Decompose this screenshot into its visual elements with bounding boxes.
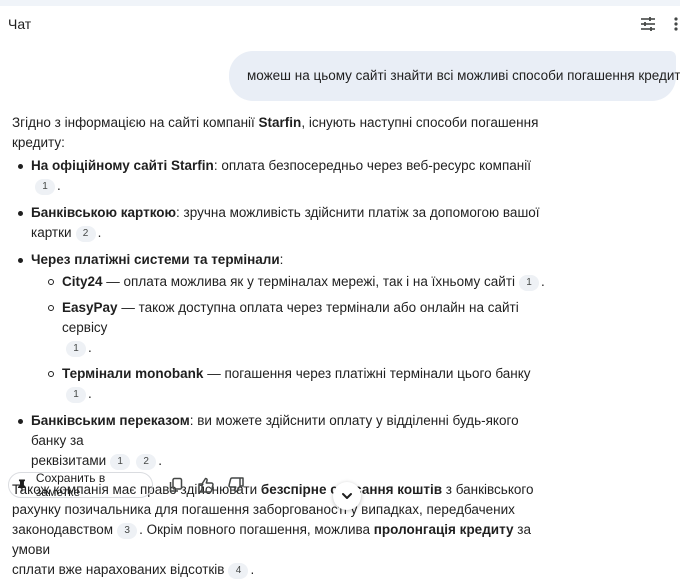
user-message-text: можеш на цьому сайті знайти всі можливі … bbox=[247, 68, 680, 83]
citation-chip[interactable]: 1 bbox=[519, 275, 539, 291]
thumb-up-icon[interactable] bbox=[197, 476, 215, 494]
thumb-down-icon[interactable] bbox=[227, 476, 245, 494]
sub-list-item: City24 — оплата можлива як у терміналах … bbox=[12, 272, 552, 292]
citation-chip[interactable]: 4 bbox=[228, 563, 249, 579]
citation-chip[interactable]: 3 bbox=[117, 523, 138, 539]
citation-chip[interactable]: 2 bbox=[136, 454, 157, 470]
user-message: можеш на цьому сайті знайти всі можливі … bbox=[229, 51, 680, 101]
chat-title: Чат bbox=[8, 16, 32, 32]
save-to-note-label: Сохранить в заметке bbox=[35, 471, 106, 499]
more-vert-icon[interactable] bbox=[671, 14, 680, 34]
save-to-note-button[interactable]: Сохранить в заметке bbox=[8, 471, 153, 499]
pin-icon bbox=[17, 479, 26, 492]
citation-chip[interactable]: 1 bbox=[66, 387, 86, 403]
chevron-down-icon bbox=[342, 493, 352, 499]
list-item: На офіційному сайті Starfin: оплата безп… bbox=[12, 156, 552, 196]
citation-chip[interactable]: 1 bbox=[66, 341, 86, 357]
citation-chip[interactable]: 1 bbox=[35, 179, 55, 195]
scroll-down-button[interactable] bbox=[333, 482, 361, 510]
copy-icon[interactable] bbox=[167, 476, 185, 494]
sub-list-item: EasyPay — також доступна оплата через те… bbox=[12, 298, 552, 358]
list-item: Банківським переказом: ви можете здійсни… bbox=[12, 411, 552, 471]
assistant-answer: Згідно з інформацією на сайті компанії S… bbox=[12, 113, 552, 580]
citation-chip[interactable]: 1 bbox=[110, 454, 131, 470]
answer-list: На офіційному сайті Starfin: оплата безп… bbox=[12, 156, 552, 471]
list-item: Банківською карткою: зручна можливість з… bbox=[12, 203, 552, 243]
sub-list: City24 — оплата можлива як у терміналах … bbox=[12, 272, 552, 404]
citation-chip[interactable]: 2 bbox=[75, 226, 96, 242]
answer-intro: Згідно з інформацією на сайті компанії S… bbox=[12, 115, 539, 150]
sub-list-item: Термінали monobank — погашення через пла… bbox=[12, 364, 552, 404]
list-item: Через платіжні системи та термінали: Cit… bbox=[12, 250, 552, 404]
chat-header: Чат bbox=[0, 0, 680, 48]
tune-icon[interactable] bbox=[638, 14, 658, 34]
